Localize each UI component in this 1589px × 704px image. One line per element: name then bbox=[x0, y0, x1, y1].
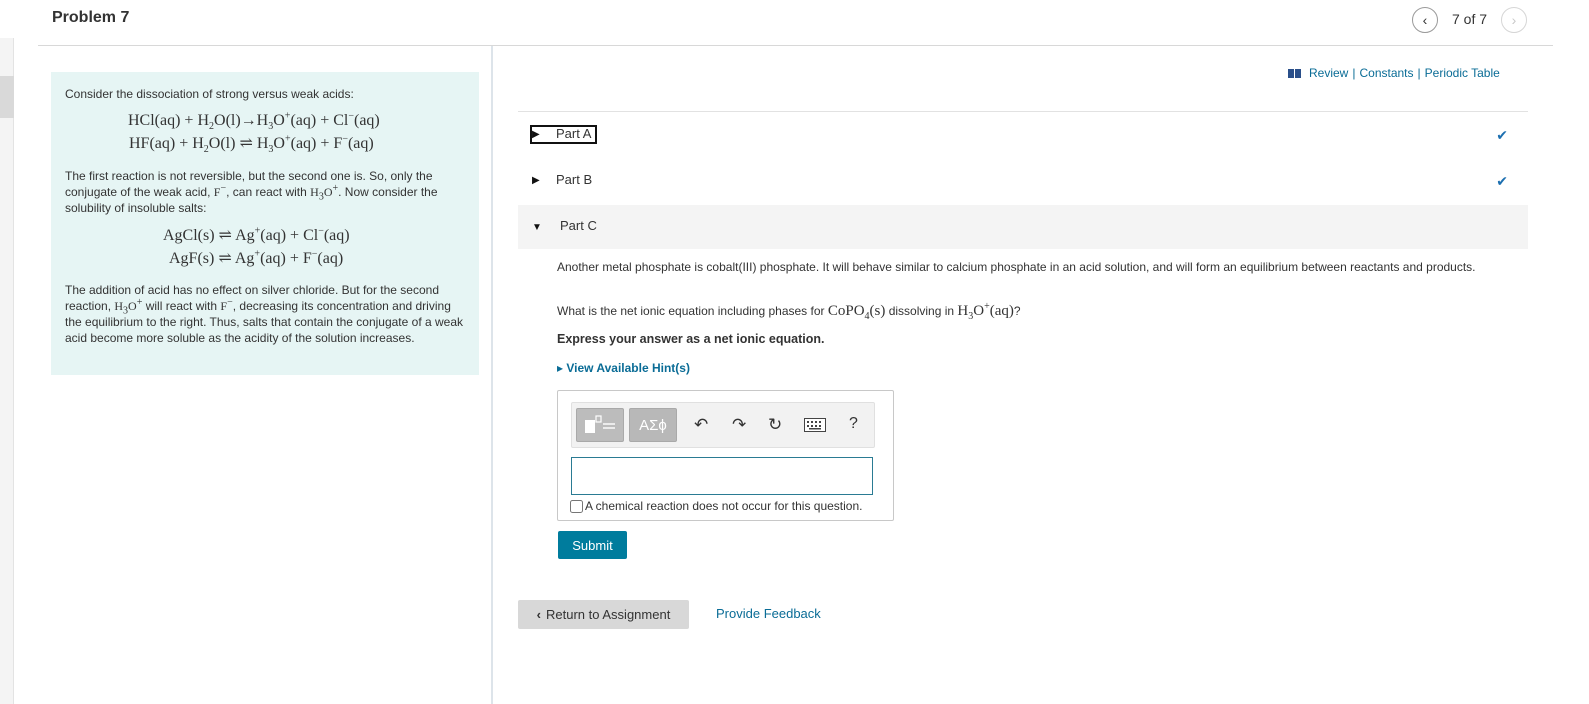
book-icon bbox=[1288, 68, 1301, 78]
checkmark-icon: ✔ bbox=[1496, 173, 1508, 189]
problem-pager: 7 of 7 bbox=[1452, 11, 1488, 27]
part-label: Part C bbox=[560, 218, 597, 233]
provide-feedback-link[interactable]: Provide Feedback bbox=[716, 606, 821, 621]
formula-hydronium: H3O+ bbox=[310, 183, 339, 203]
next-problem-button[interactable]: › bbox=[1501, 7, 1527, 33]
equation-hcl: HCl(aq) + H2O(l)→H3O+(aq) + Cl−(aq) bbox=[128, 110, 380, 133]
equation-agf: AgF(s) ⇌ Ag+(aq) + F−(aq) bbox=[169, 248, 344, 267]
page-title: Problem 7 bbox=[52, 9, 130, 26]
constants-link[interactable]: Constants bbox=[1359, 66, 1413, 80]
no-reaction-checkbox[interactable] bbox=[570, 499, 583, 513]
formula-cobalt-phosphate: CoPO4(s) bbox=[827, 303, 886, 322]
part-c-question: What is the net ionic equation including… bbox=[557, 301, 1021, 322]
caret-right-icon: ▶ bbox=[532, 129, 540, 140]
intro-paragraph-3: The addition of acid has no effect on si… bbox=[65, 283, 464, 345]
link-separator: | bbox=[1352, 66, 1356, 80]
equation-toolbar: ΑΣϕ ↶ ↷ ↻ ? bbox=[571, 402, 875, 448]
review-link[interactable]: Review bbox=[1309, 66, 1348, 80]
part-c-description: Another metal phosphate is cobalt(III) p… bbox=[557, 260, 1476, 274]
part-label: Part B bbox=[556, 172, 593, 187]
undo-icon[interactable]: ↶ bbox=[694, 415, 708, 435]
previous-problem-button[interactable]: ‹ bbox=[1412, 7, 1438, 33]
caret-right-icon: ▶ bbox=[532, 175, 540, 186]
part-c-row[interactable]: ▼ Part C bbox=[518, 205, 1528, 249]
resource-links: Review | Constants | Periodic Table bbox=[1288, 66, 1500, 80]
no-reaction-option: A chemical reaction does not occur for t… bbox=[570, 499, 862, 513]
help-button[interactable]: ? bbox=[849, 415, 858, 433]
chevron-left-icon: ‹ bbox=[1422, 12, 1428, 28]
formula-hydronium: H3O+(aq) bbox=[957, 301, 1014, 322]
intro-panel: Consider the dissociation of strong vers… bbox=[51, 72, 479, 375]
caret-right-icon: ▸ bbox=[557, 361, 567, 375]
part-label: Part A bbox=[556, 126, 592, 141]
link-separator: | bbox=[1417, 66, 1421, 80]
parts-divider bbox=[518, 111, 1528, 112]
caret-down-icon: ▼ bbox=[532, 222, 542, 233]
equation-hf: HF(aq) + H2O(l) ⇌ H3O+(aq) + F−(aq) bbox=[129, 133, 374, 156]
template-icon bbox=[585, 415, 615, 433]
return-to-assignment-button[interactable]: ‹ Return to Assignment bbox=[518, 600, 689, 629]
keyboard-icon[interactable] bbox=[804, 417, 826, 437]
templates-button[interactable] bbox=[576, 408, 624, 442]
answer-widget: ΑΣϕ ↶ ↷ ↻ ? A chemical reaction does not… bbox=[557, 390, 894, 521]
chevron-left-icon: ‹ bbox=[536, 607, 542, 622]
intro-paragraph-2: The first reaction is not reversible, bu… bbox=[65, 169, 438, 215]
greek-symbols-button[interactable]: ΑΣϕ bbox=[629, 408, 677, 442]
part-b-row[interactable]: ▶ Part B ✔ bbox=[518, 159, 1528, 203]
equation-agcl: AgCl(s) ⇌ Ag+(aq) + Cl−(aq) bbox=[163, 225, 350, 244]
column-divider bbox=[491, 46, 493, 704]
sidebar-toggle-tab[interactable] bbox=[0, 76, 14, 118]
redo-icon[interactable]: ↷ bbox=[732, 415, 746, 435]
chevron-right-icon: › bbox=[1511, 12, 1517, 28]
part-a-row[interactable]: ▶ Part A ✔ bbox=[518, 113, 1528, 157]
submit-button[interactable]: Submit bbox=[558, 531, 627, 559]
intro-paragraph-1: Consider the dissociation of strong vers… bbox=[65, 87, 354, 101]
header-divider bbox=[38, 45, 1553, 46]
view-hints-link[interactable]: ▸ View Available Hint(s) bbox=[557, 361, 690, 375]
formula-hydronium: H3O+ bbox=[114, 297, 143, 317]
answer-input[interactable] bbox=[571, 457, 873, 495]
left-sidebar-strip bbox=[0, 38, 14, 704]
formula-fluoride: F− bbox=[213, 183, 227, 200]
answer-instruction: Express your answer as a net ionic equat… bbox=[557, 332, 825, 346]
periodic-table-link[interactable]: Periodic Table bbox=[1425, 66, 1500, 80]
formula-fluoride: F− bbox=[220, 297, 233, 314]
reset-icon[interactable]: ↻ bbox=[768, 415, 782, 435]
checkmark-icon: ✔ bbox=[1496, 127, 1508, 143]
